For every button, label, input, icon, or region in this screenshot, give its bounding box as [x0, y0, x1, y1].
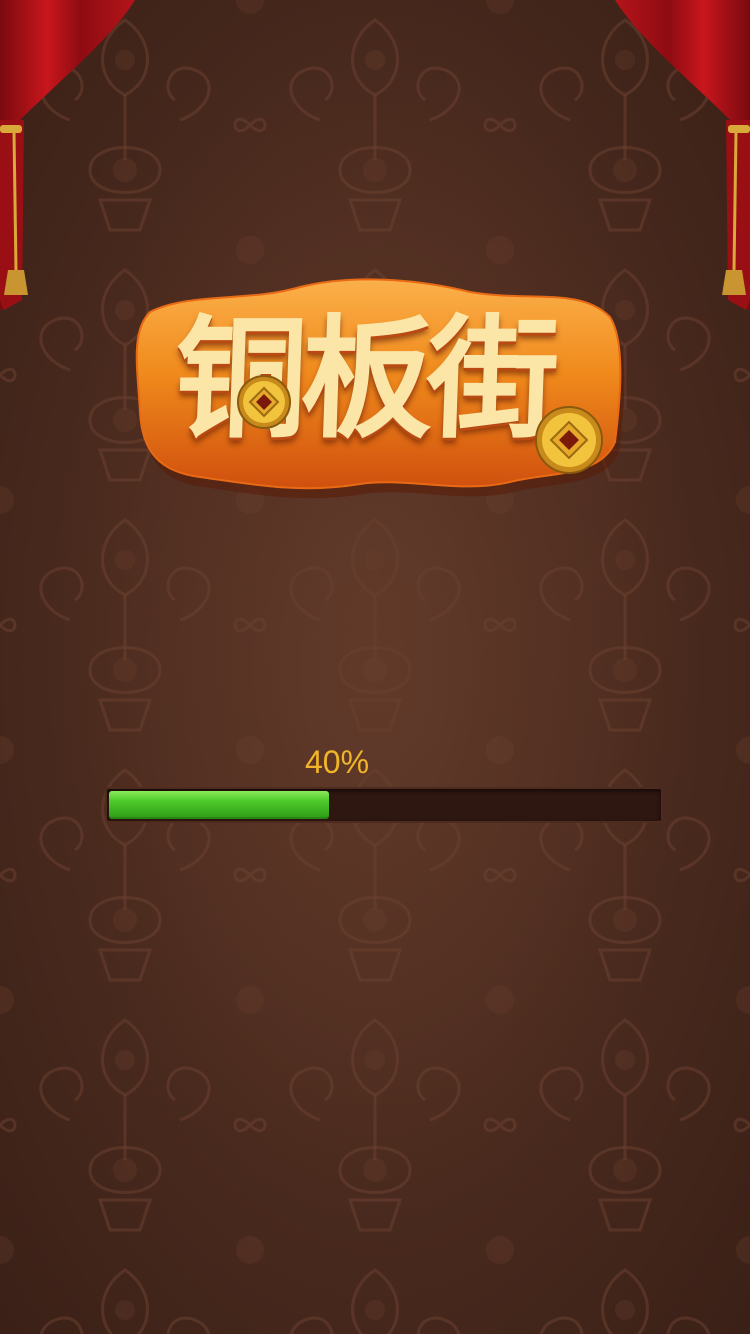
- loading-screen: 铜板街 40%: [0, 0, 750, 1334]
- copper-coin-icon: [535, 406, 603, 474]
- loading-percent: 40%: [304, 744, 370, 780]
- copper-coin-icon: [237, 375, 291, 429]
- red-curtain-left: [0, 0, 135, 310]
- loading-progress-fill: [109, 791, 329, 819]
- logo-title: 铜板街: [172, 303, 556, 457]
- red-curtain-right: [615, 0, 750, 310]
- loading-progress-bar: [105, 787, 663, 823]
